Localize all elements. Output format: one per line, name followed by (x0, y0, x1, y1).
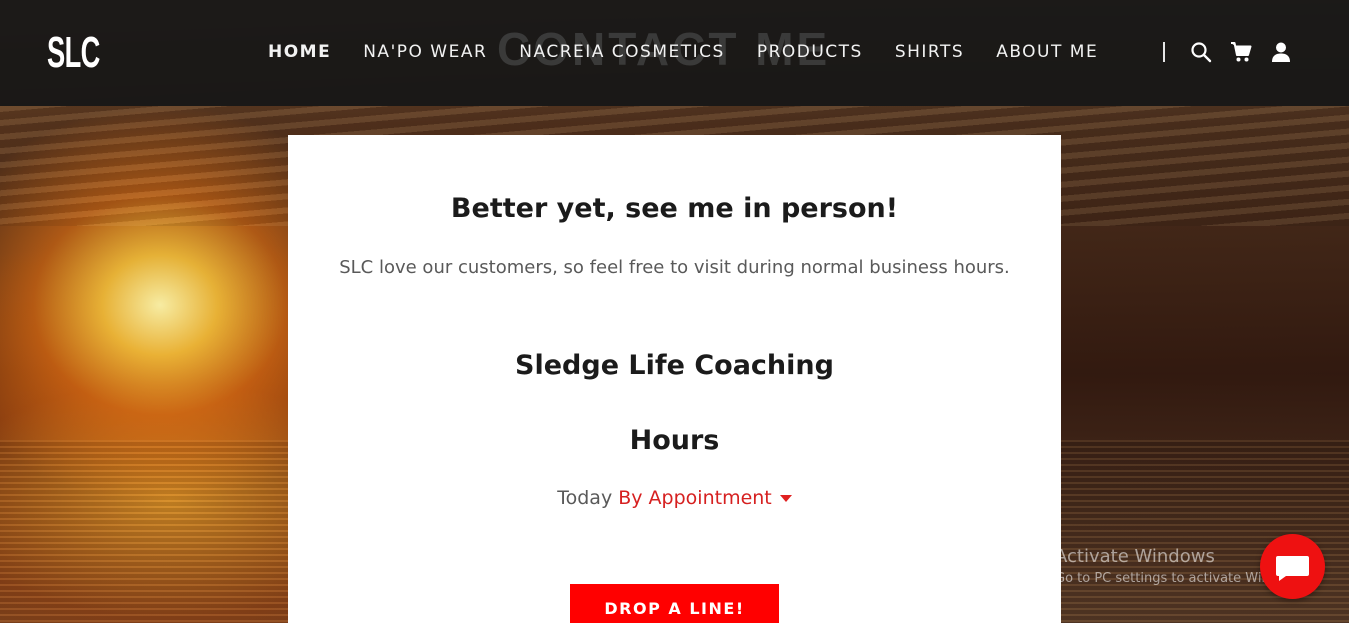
card-heading: Better yet, see me in person! (450, 193, 899, 224)
nav-item-shirts[interactable]: SHIRTS (895, 42, 964, 62)
drop-a-line-button[interactable]: DROP A LINE! (570, 584, 779, 623)
user-icon[interactable] (1270, 41, 1292, 63)
chat-button[interactable] (1260, 534, 1325, 599)
card-subtext: SLC love our customers, so feel free to … (339, 257, 1010, 278)
nav-divider (1163, 42, 1165, 62)
nav-item-home[interactable]: HOME (268, 42, 331, 62)
site-logo[interactable]: SLC (47, 24, 100, 82)
cart-icon[interactable] (1230, 41, 1252, 63)
main-nav: HOME NA'PO WEAR NACREIA COSMETICS PRODUC… (268, 40, 1130, 64)
hours-row: Today By Appointment (288, 487, 1061, 509)
hours-title: Hours (629, 425, 720, 456)
contact-card: Better yet, see me in person! SLC love o… (288, 135, 1061, 623)
site-header: CONTACT ME SLC HOME NA'PO WEAR NACREIA C… (0, 0, 1349, 106)
chat-bubble-icon (1276, 556, 1309, 581)
nav-item-napo-wear[interactable]: NA'PO WEAR (363, 42, 487, 62)
nav-item-about-me[interactable]: ABOUT ME (996, 42, 1098, 62)
caret-down-icon[interactable] (779, 495, 792, 502)
nav-item-nacreia-cosmetics[interactable]: NACREIA COSMETICS (519, 42, 725, 62)
business-name: Sledge Life Coaching (515, 350, 834, 381)
hours-value-dropdown[interactable]: By Appointment (618, 487, 772, 509)
search-icon[interactable] (1190, 41, 1212, 63)
nav-item-products[interactable]: PRODUCTS (757, 42, 863, 62)
hours-day-label: Today (557, 487, 613, 509)
